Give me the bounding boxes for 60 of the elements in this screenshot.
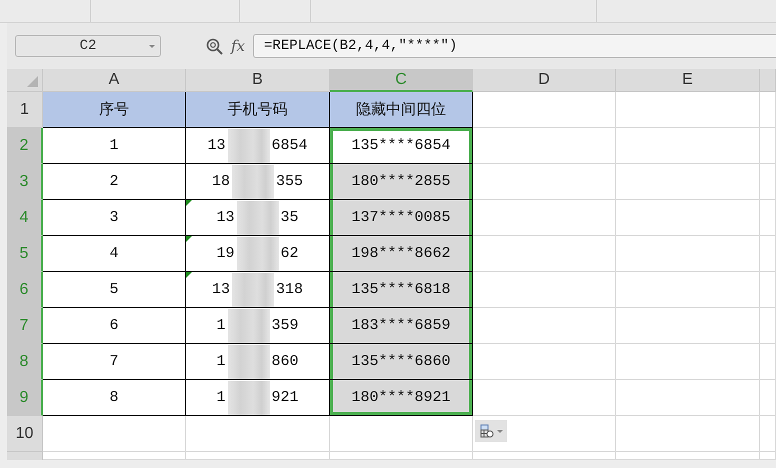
paste-options-icon[interactable]: [480, 424, 494, 438]
phone-number-start: 1: [216, 353, 226, 370]
table-header-cell: 手机号码: [186, 92, 330, 128]
phone-number-end: 359: [272, 317, 299, 334]
blur-patch: [236, 236, 278, 270]
caret-icon[interactable]: [149, 45, 155, 48]
row-header[interactable]: 1: [7, 92, 43, 128]
table-cell: 183****6859: [330, 308, 473, 344]
phone-number-start: 13: [212, 281, 230, 298]
column-header[interactable]: [760, 69, 776, 92]
column-header[interactable]: D: [473, 69, 616, 92]
name-box[interactable]: C2: [15, 35, 161, 57]
table-cell: 135****6818: [330, 272, 473, 308]
phone-number-end: 355: [276, 173, 304, 190]
table-cell: 6: [43, 308, 186, 344]
function-label[interactable]: fx: [231, 37, 246, 55]
caret-icon[interactable]: [496, 430, 502, 432]
blur-patch: [228, 308, 270, 342]
blur-patch: [232, 164, 274, 198]
blur-patch: [232, 272, 274, 306]
phone-number-start: 18: [212, 173, 230, 190]
column-header[interactable]: A: [43, 69, 186, 92]
row-header[interactable]: 10: [7, 416, 43, 452]
phone-number-end: 860: [272, 353, 299, 370]
table-cell: 135****6854: [330, 128, 473, 164]
blur-patch: [236, 200, 278, 234]
blur-patch: [228, 344, 270, 378]
phone-number-end: 62: [280, 245, 299, 262]
phone-number-start: 13: [207, 137, 226, 154]
table-cell: 8: [43, 380, 186, 416]
column-header[interactable]: E: [616, 69, 760, 92]
table-cell: 2: [43, 164, 186, 200]
table-header-cell: 序号: [43, 92, 186, 128]
blur-patch: [228, 380, 270, 414]
phone-number-start: 1: [216, 389, 226, 406]
phone-number-end: 318: [276, 281, 304, 298]
blur-patch: [228, 128, 270, 162]
paste-options-button[interactable]: [475, 420, 507, 442]
column-header[interactable]: B: [186, 69, 330, 92]
table-cell: 137****0085: [330, 200, 473, 236]
table-cell: 7: [43, 344, 186, 380]
table-cell: 5: [43, 272, 186, 308]
phone-number-start: 19: [216, 245, 234, 262]
phone-number-end: 921: [272, 389, 299, 406]
phone-number-start: 13: [216, 209, 234, 226]
table-cell: 4: [43, 236, 186, 272]
phone-number-start: 1: [216, 317, 226, 334]
select-all-corner[interactable]: [7, 69, 43, 92]
phone-number-end: 6854: [272, 137, 308, 154]
formula-field[interactable]: =REPLACE(B2,4,4,"****"): [253, 34, 776, 58]
magnifier-icon[interactable]: [206, 38, 223, 54]
table-cell: 198****8662: [330, 236, 473, 272]
table-header-cell: 隐藏中间四位: [330, 92, 473, 128]
table-cell: 180****8921: [330, 380, 473, 416]
phone-number-end: 35: [280, 209, 299, 226]
row-header[interactable]: [7, 452, 43, 460]
table-cell: 1: [43, 128, 186, 164]
table-cell: 180****2855: [330, 164, 473, 200]
table-cell: 3: [43, 200, 186, 236]
table-cell: 135****6860: [330, 344, 473, 380]
